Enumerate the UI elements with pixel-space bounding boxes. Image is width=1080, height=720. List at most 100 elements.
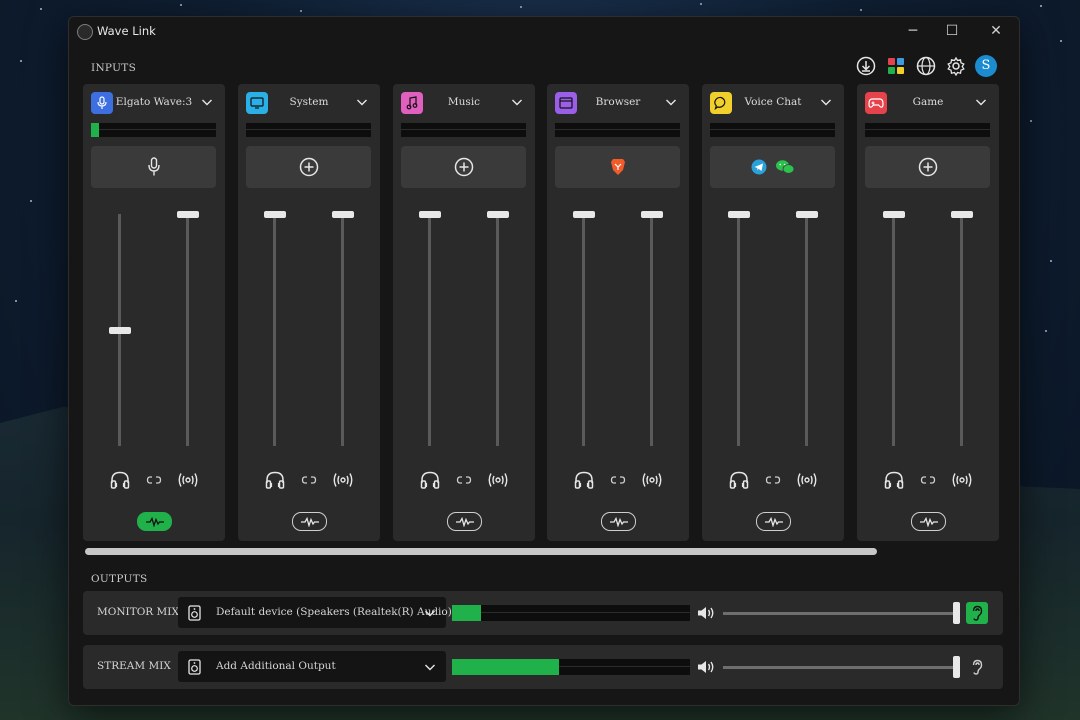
source-drop-zone[interactable] xyxy=(401,146,526,188)
effects-toggle[interactable] xyxy=(292,512,327,531)
effects-toggle[interactable] xyxy=(137,512,172,531)
channel-header: Game xyxy=(865,92,991,114)
monitor-volume-thumb[interactable] xyxy=(263,211,286,218)
marketplace-icon[interactable] xyxy=(885,55,907,77)
stream-volume-thumb[interactable] xyxy=(176,211,199,218)
output-device-select[interactable]: Add Additional Output xyxy=(178,651,446,682)
stream-mix-button[interactable] xyxy=(331,468,355,492)
top-toolbar: S xyxy=(855,55,997,77)
link-sliders-button[interactable] xyxy=(142,468,166,492)
channel-menu-chevron[interactable] xyxy=(199,94,215,110)
account-avatar[interactable]: S xyxy=(975,55,997,77)
monitor-volume-thumb[interactable] xyxy=(572,211,595,218)
source-drop-zone[interactable] xyxy=(91,146,216,188)
monitor-mix-button[interactable] xyxy=(418,468,442,492)
monitor-volume-track[interactable] xyxy=(428,214,431,446)
stream-volume-track[interactable] xyxy=(341,214,344,446)
chevron-down-icon[interactable] xyxy=(199,94,215,110)
stream-mix-button[interactable] xyxy=(795,468,819,492)
stream-volume-track[interactable] xyxy=(960,214,963,446)
add-source-icon[interactable] xyxy=(299,157,319,177)
settings-gear-icon[interactable] xyxy=(945,55,967,77)
maximize-button[interactable]: ☐ xyxy=(941,21,963,41)
monitor-volume-thumb[interactable] xyxy=(108,327,131,334)
listen-toggle-button[interactable] xyxy=(966,656,988,678)
effects-toggle[interactable] xyxy=(601,512,636,531)
stream-volume-thumb[interactable] xyxy=(950,211,973,218)
monitor-volume-track[interactable] xyxy=(582,214,585,446)
add-source-icon[interactable] xyxy=(918,157,938,177)
stream-volume-thumb[interactable] xyxy=(331,211,354,218)
channel-icon-tile[interactable] xyxy=(710,92,732,114)
channel-menu-chevron[interactable] xyxy=(818,94,834,110)
chevron-down-icon[interactable] xyxy=(663,94,679,110)
link-sliders-button[interactable] xyxy=(606,468,630,492)
link-sliders-button[interactable] xyxy=(297,468,321,492)
monitor-volume-thumb[interactable] xyxy=(418,211,441,218)
stream-mix-button[interactable] xyxy=(176,468,200,492)
stream-volume-track[interactable] xyxy=(650,214,653,446)
output-volume-thumb[interactable] xyxy=(953,656,960,678)
volume-icon[interactable] xyxy=(696,604,716,622)
effects-toggle[interactable] xyxy=(756,512,791,531)
stream-volume-thumb[interactable] xyxy=(486,211,509,218)
chevron-down-icon[interactable] xyxy=(818,94,834,110)
monitor-volume-thumb[interactable] xyxy=(882,211,905,218)
monitor-volume-thumb[interactable] xyxy=(727,211,750,218)
source-drop-zone[interactable] xyxy=(555,146,680,188)
effects-toggle[interactable] xyxy=(447,512,482,531)
stream-volume-thumb[interactable] xyxy=(795,211,818,218)
meter-divider xyxy=(401,129,526,130)
link-sliders-button[interactable] xyxy=(916,468,940,492)
channel-menu-chevron[interactable] xyxy=(354,94,370,110)
link-sliders-button[interactable] xyxy=(761,468,785,492)
monitor-mix-button[interactable] xyxy=(108,468,132,492)
output-volume-thumb[interactable] xyxy=(953,602,960,624)
source-drop-zone[interactable] xyxy=(246,146,371,188)
chevron-down-icon[interactable] xyxy=(354,94,370,110)
close-button[interactable]: ✕ xyxy=(985,21,1007,41)
monitor-mix-button[interactable] xyxy=(882,468,906,492)
monitor-mix-button[interactable] xyxy=(572,468,596,492)
monitor-volume-track[interactable] xyxy=(892,214,895,446)
channel-icon-tile[interactable] xyxy=(91,92,113,114)
output-device-select[interactable]: Default device (Speakers (Realtek(R) Aud… xyxy=(178,597,456,628)
effects-toggle[interactable] xyxy=(911,512,946,531)
wechat-icon xyxy=(775,159,795,175)
chevron-down-icon[interactable] xyxy=(422,659,436,673)
channel-icon-tile[interactable] xyxy=(401,92,423,114)
channel-icon-tile[interactable] xyxy=(555,92,577,114)
source-drop-zone[interactable] xyxy=(710,146,835,188)
link-sliders-button[interactable] xyxy=(452,468,476,492)
minimize-button[interactable]: ─ xyxy=(902,21,924,41)
listen-toggle-button[interactable] xyxy=(966,602,988,624)
add-source-icon[interactable] xyxy=(454,157,474,177)
channel-menu-chevron[interactable] xyxy=(509,94,525,110)
chevron-down-icon[interactable] xyxy=(422,605,436,619)
network-globe-icon[interactable] xyxy=(915,55,937,77)
channel-menu-chevron[interactable] xyxy=(663,94,679,110)
output-volume-slider[interactable] xyxy=(723,612,959,615)
download-icon[interactable] xyxy=(855,55,877,77)
chevron-down-icon[interactable] xyxy=(509,94,525,110)
output-volume-slider[interactable] xyxy=(723,666,959,669)
monitor-volume-track[interactable] xyxy=(737,214,740,446)
monitor-mix-button[interactable] xyxy=(263,468,287,492)
chevron-down-icon[interactable] xyxy=(973,94,989,110)
stream-volume-track[interactable] xyxy=(496,214,499,446)
stream-volume-track[interactable] xyxy=(805,214,808,446)
monitor-volume-track[interactable] xyxy=(273,214,276,446)
stream-mix-button[interactable] xyxy=(640,468,664,492)
stream-mix-button[interactable] xyxy=(950,468,974,492)
channel-icon-tile[interactable] xyxy=(865,92,887,114)
monitor-mix-button[interactable] xyxy=(727,468,751,492)
volume-icon[interactable] xyxy=(696,658,716,676)
channel-menu-chevron[interactable] xyxy=(973,94,989,110)
stream-volume-thumb[interactable] xyxy=(640,211,663,218)
stream-mix-button[interactable] xyxy=(486,468,510,492)
horizontal-scrollbar[interactable] xyxy=(85,548,877,555)
stream-volume-track[interactable] xyxy=(186,214,189,446)
channel-icon-tile[interactable] xyxy=(246,92,268,114)
source-drop-zone[interactable] xyxy=(865,146,990,188)
channel-header: Browser xyxy=(555,92,681,114)
